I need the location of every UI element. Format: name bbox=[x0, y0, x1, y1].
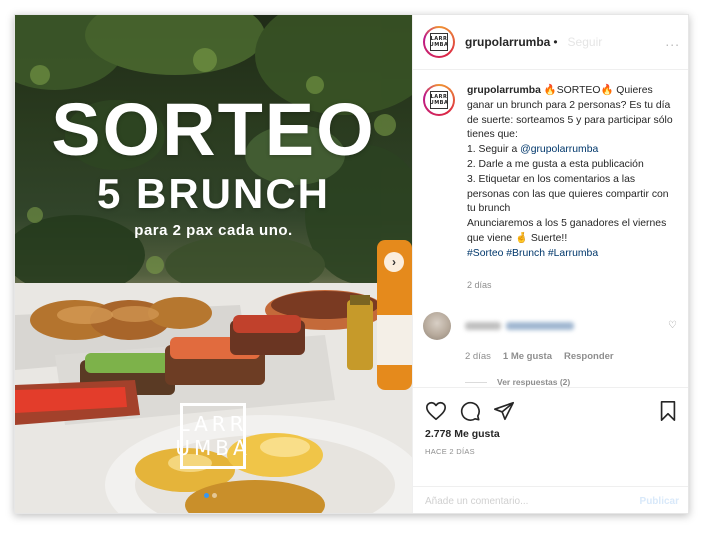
luck-emoji-icon: 🤞 bbox=[514, 232, 528, 244]
caption-mention-link[interactable]: @grupolarrumba bbox=[520, 144, 598, 155]
comment-item: ♡ 2 días 1 Me gusta Responder Ver respue… bbox=[423, 312, 681, 387]
profile-avatar[interactable]: LARR UMBA bbox=[423, 26, 455, 58]
caption-time: 2 días bbox=[467, 279, 492, 290]
logo-line-bottom: UMBA bbox=[175, 436, 251, 460]
comment-icon[interactable] bbox=[459, 400, 481, 422]
likes-count[interactable]: 2.778 Me gusta bbox=[413, 424, 688, 440]
caption-title: SORTEO bbox=[556, 85, 601, 96]
follow-button[interactable]: Seguir bbox=[568, 35, 603, 49]
post-header: LARR UMBA grupolarrumba • Seguir ... bbox=[413, 15, 688, 70]
post-caption: LARR UMBA grupolarrumba 🔥SORTEO🔥 Quieres… bbox=[413, 70, 688, 292]
image-headline: SORTEO bbox=[51, 88, 376, 171]
caption-avatar-inner: LARR UMBA bbox=[425, 86, 453, 114]
comment-meta: 2 días 1 Me gusta Responder bbox=[465, 351, 681, 362]
comment-like-heart-icon[interactable]: ♡ bbox=[668, 320, 677, 331]
comment-row: ♡ bbox=[423, 312, 681, 340]
header-username[interactable]: grupolarrumba bbox=[465, 35, 550, 49]
avatar-inner: LARR UMBA bbox=[425, 28, 453, 56]
posted-ago: HACE 2 DÍAS bbox=[425, 447, 475, 456]
caption-hashtags[interactable]: #Sorteo #Brunch #Larrumba bbox=[467, 248, 598, 259]
chevron-right-icon: › bbox=[392, 255, 396, 269]
comment-blurred-content bbox=[465, 322, 574, 330]
image-subheadline: 5 BRUNCH bbox=[96, 170, 330, 217]
bookmark-icon[interactable] bbox=[657, 400, 679, 422]
action-icons bbox=[413, 388, 688, 424]
fire-emoji-icon: 🔥 bbox=[600, 85, 614, 96]
heart-icon[interactable] bbox=[425, 400, 447, 422]
caption-text: grupolarrumba 🔥SORTEO🔥 Quieres ganar un … bbox=[467, 84, 673, 292]
carousel-indicator bbox=[204, 493, 217, 498]
blurred-mention bbox=[506, 322, 574, 330]
caption-step2: 2. Darle a me gusta a esta publicación bbox=[467, 158, 644, 170]
caption-luck: Suerte!! bbox=[530, 232, 568, 244]
share-icon[interactable] bbox=[493, 400, 515, 422]
image-tagline: para 2 pax cada uno. bbox=[134, 222, 293, 239]
replies-divider bbox=[465, 381, 487, 383]
carousel-next-button[interactable]: › bbox=[384, 252, 404, 272]
caption-avatar-logo-icon: LARR UMBA bbox=[430, 91, 448, 109]
post-photo[interactable]: SORTEO 5 BRUNCH para 2 pax cada uno. LAR… bbox=[15, 15, 412, 513]
commenter-avatar[interactable] bbox=[423, 312, 451, 340]
comment-likes[interactable]: 1 Me gusta bbox=[503, 351, 552, 362]
caption-step3: 3. Etiquetar en los comentarios a las pe… bbox=[467, 173, 669, 215]
blurred-username bbox=[465, 322, 501, 330]
comment-time: 2 días bbox=[465, 351, 491, 362]
fire-emoji-icon: 🔥 bbox=[543, 85, 557, 96]
post-actions: 2.778 Me gusta HACE 2 DÍAS Publicar bbox=[413, 387, 688, 513]
more-options-icon[interactable]: ... bbox=[665, 33, 680, 49]
larrumba-logo: LARR UMBA bbox=[175, 403, 248, 469]
logo-line-top: LARR bbox=[178, 412, 248, 436]
instagram-post-card: SORTEO 5 BRUNCH para 2 pax cada uno. LAR… bbox=[14, 14, 689, 514]
comment-input[interactable] bbox=[425, 496, 625, 507]
view-replies-button[interactable]: Ver respuestas (2) bbox=[465, 377, 681, 387]
publish-button[interactable]: Publicar bbox=[640, 496, 679, 507]
caption-avatar[interactable]: LARR UMBA bbox=[423, 84, 455, 116]
caption-step1-prefix: 1. Seguir a bbox=[467, 144, 521, 156]
avatar-logo-icon: LARR UMBA bbox=[430, 33, 448, 51]
view-replies-label: Ver respuestas (2) bbox=[497, 377, 571, 387]
carousel-dot bbox=[212, 493, 217, 498]
caption-logo-bottom: UMBA bbox=[429, 100, 449, 106]
comment-reply-button[interactable]: Responder bbox=[564, 351, 614, 362]
add-comment-bar: Publicar bbox=[413, 486, 688, 513]
caption-username[interactable]: grupolarrumba bbox=[467, 85, 541, 96]
carousel-dot-active bbox=[204, 493, 209, 498]
post-side-panel: LARR UMBA grupolarrumba • Seguir ... LAR… bbox=[412, 15, 688, 513]
avatar-logo-bottom: UMBA bbox=[429, 42, 449, 48]
header-separator: • bbox=[553, 35, 558, 49]
